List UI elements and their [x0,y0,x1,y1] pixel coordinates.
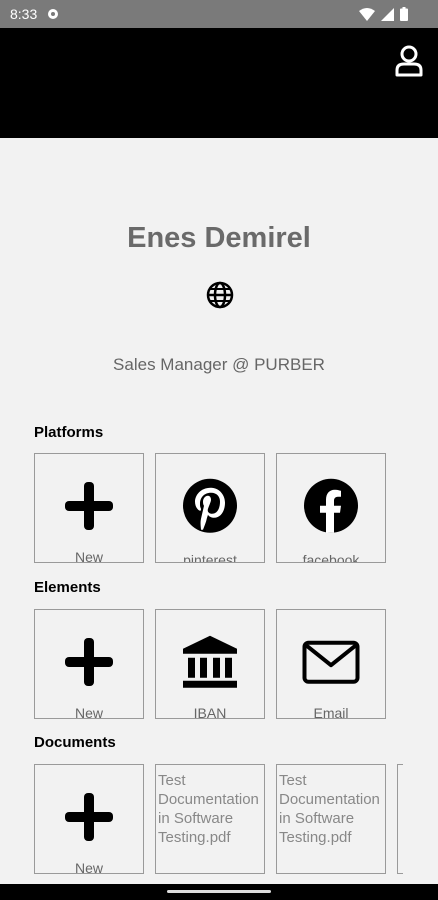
tile-label: New [74,549,103,563]
notification-icon [48,9,58,19]
tile-label: IBAN [193,705,227,719]
profile-content: Enes Demirel Sales Manager @ PURBER Plat… [0,138,438,884]
facebook-icon [304,478,358,533]
plus-icon [65,638,113,686]
mail-icon [302,640,360,684]
document-tile[interactable]: Test Documentation in Software Testing.p… [155,764,265,874]
bank-icon [183,635,237,688]
pinterest-icon [183,478,237,533]
elements-tiles: New IBAN Email [34,609,386,719]
status-icons [359,7,408,21]
element-tile-iban[interactable]: IBAN [155,609,265,719]
signal-icon [381,7,394,21]
platforms-tiles: New pinterest facebook [34,453,386,563]
platforms-section-title: Platforms [34,424,104,441]
documents-tiles: New Test Documentation in Software Testi… [34,764,403,874]
plus-icon [65,482,113,530]
tile-label: New [74,705,103,719]
battery-icon [400,7,408,21]
tile-label: New [74,860,103,874]
navigation-bar [0,884,438,900]
documents-section-title: Documents [34,734,116,751]
tile-label: pinterest [183,552,237,563]
wifi-icon [359,7,375,21]
document-tile-partial[interactable] [397,764,403,874]
document-tile[interactable]: Test Documentation in Software Testing.p… [276,764,386,874]
platform-tile-facebook[interactable]: facebook [276,453,386,563]
plus-icon [65,793,113,841]
globe-icon[interactable] [205,280,235,310]
home-gesture-handle[interactable] [167,890,271,893]
status-bar: 8:33 [0,0,438,28]
tile-label: Email [313,705,349,719]
profile-name: Enes Demirel [127,222,311,254]
element-tile-email[interactable]: Email [276,609,386,719]
status-time: 8:33 [10,6,38,22]
element-tile-new[interactable]: New [34,609,144,719]
profile-job-title: Sales Manager @ PURBER [113,355,325,374]
document-tile-new[interactable]: New [34,764,144,874]
profile-icon[interactable] [394,44,424,78]
app-bar [0,28,438,138]
tile-label: facebook [302,552,360,563]
platform-tile-pinterest[interactable]: pinterest [155,453,265,563]
platform-tile-new[interactable]: New [34,453,144,563]
document-name: Test Documentation in Software Testing.p… [279,772,380,846]
elements-section-title: Elements [34,579,101,596]
document-name: Test Documentation in Software Testing.p… [158,772,259,846]
